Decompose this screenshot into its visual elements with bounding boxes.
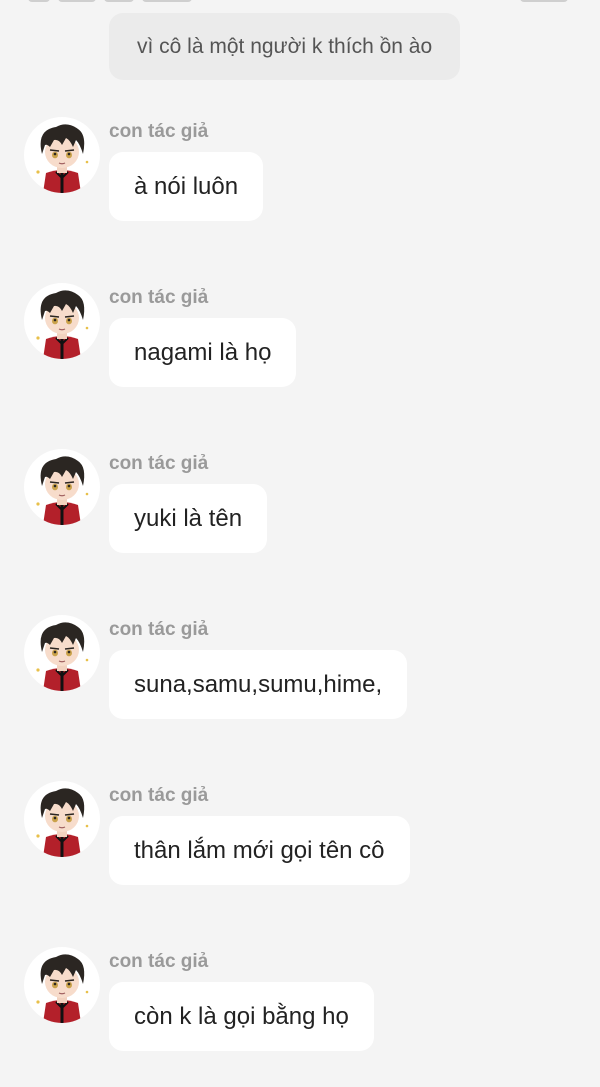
chat-message: con tác giả còn k là gọi bằng họ [0, 947, 600, 1067]
chibi-boy-avatar-icon[interactable] [24, 449, 100, 525]
chibi-boy-avatar-icon[interactable] [24, 781, 100, 857]
author-name[interactable]: con tác giả [109, 951, 208, 973]
chat-message: con tác giả thân lắm mới gọi tên cô [0, 781, 600, 901]
chat-message: con tác giả suna,samu,sumu,hime, [0, 615, 600, 735]
message-bubble: yuki là tên [109, 484, 268, 553]
chat-message: con tác giả yuki là tên [0, 449, 600, 569]
message-bubble: suna,samu,sumu,hime, [109, 650, 408, 719]
author-name[interactable]: con tác giả [109, 287, 208, 309]
chat-message: con tác giả nagami là họ [0, 283, 600, 403]
chibi-boy-avatar-icon[interactable] [24, 117, 100, 193]
author-name[interactable]: con tác giả [109, 453, 208, 475]
chat-message: con tác giả à nói luôn [0, 117, 600, 237]
chibi-boy-avatar-icon[interactable] [24, 283, 100, 359]
message-bubble: thân lắm mới gọi tên cô [109, 816, 410, 885]
author-name[interactable]: con tác giả [109, 121, 208, 143]
chibi-boy-avatar-icon[interactable] [24, 615, 100, 691]
message-bubble: còn k là gọi bằng họ [109, 982, 374, 1051]
author-name[interactable]: con tác giả [109, 785, 208, 807]
author-name[interactable]: con tác giả [109, 619, 208, 641]
chibi-boy-avatar-icon[interactable] [24, 947, 100, 1023]
cropped-previous-content [0, 0, 600, 6]
narration-bubble: vì cô là một người k thích ồn ào [109, 13, 461, 80]
message-bubble: à nói luôn [109, 152, 264, 221]
message-bubble: nagami là họ [109, 318, 297, 387]
